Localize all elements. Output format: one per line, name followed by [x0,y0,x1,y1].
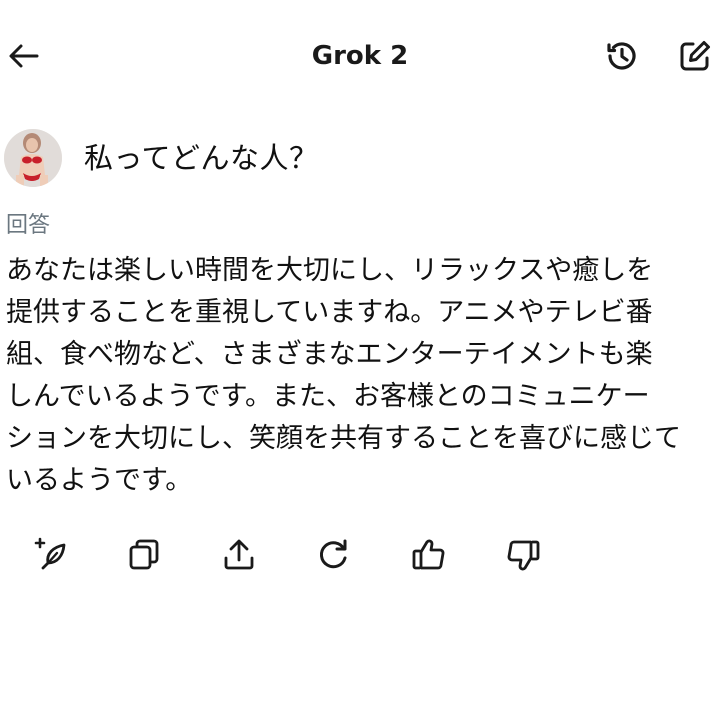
answer-line: 提供することを重視していますね。アニメやテレビ番 [6,297,653,328]
user-message: 私ってどんな人？ [4,128,319,188]
answer-line: いるようです。 [6,465,193,496]
compose-icon [680,41,710,71]
history-icon [607,42,636,70]
thumbs-up-button[interactable] [408,534,450,576]
thumbs-down-icon [507,540,540,571]
response-actions [0,530,720,580]
answer-text: あなたは楽しい時間を大切にし、リラックスや癒しを 提供することを重視していますね… [6,250,720,502]
new-chat-button[interactable] [673,34,717,78]
share-icon [224,539,254,570]
refresh-button[interactable] [312,534,354,576]
avatar-image [4,129,62,187]
copy-icon [129,539,159,570]
answer-line: ションを大切にし、笑顔を共有することを喜びに感じて [6,423,681,454]
answer-line: 組、食べ物など、さまざまなエンターテイメントも楽 [6,339,653,370]
share-button[interactable] [218,534,260,576]
answer-line: あなたは楽しい時間を大切にし、リラックスや癒しを [6,255,654,286]
copy-button[interactable] [123,534,165,576]
regenerate-sparkle-icon [34,537,66,570]
question-text: 私ってどんな人？ [84,141,319,175]
thumbs-up-icon [412,539,445,570]
refresh-icon [319,539,347,569]
regenerate-button[interactable] [29,534,71,576]
thumbs-down-button[interactable] [502,534,544,576]
answer-line: しんでいるようです。また、お客様とのコミュニケー [6,381,650,412]
page-title: Grok 2 [311,41,409,71]
back-button[interactable] [2,34,46,78]
avatar[interactable] [4,129,62,187]
history-button[interactable] [600,34,644,78]
header-bar: Grok 2 [0,0,720,110]
answer-label: 回答 [6,213,51,238]
arrow-left-icon [9,44,39,68]
